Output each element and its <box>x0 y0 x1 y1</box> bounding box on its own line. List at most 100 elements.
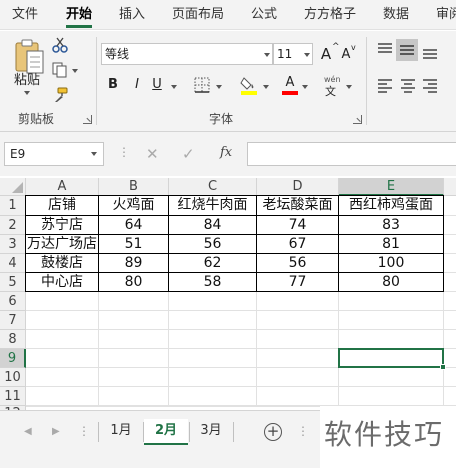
sheet-tab-jan[interactable]: 1月 <box>100 419 142 445</box>
cell-e10[interactable] <box>339 368 444 387</box>
next-sheet-icon[interactable]: ▶ <box>52 426 60 437</box>
cell-d2[interactable]: 74 <box>257 216 339 235</box>
cell-c6[interactable] <box>169 292 257 311</box>
menu-tab-data[interactable]: 数据 <box>383 6 409 26</box>
align-left-icon[interactable] <box>377 79 393 93</box>
cell-a11[interactable] <box>26 387 99 406</box>
cell-a2[interactable]: 苏宁店 <box>26 216 99 235</box>
cell-e5[interactable]: 80 <box>339 273 444 292</box>
cell-e3[interactable]: 81 <box>339 235 444 254</box>
row-header-10[interactable]: 10 <box>0 368 26 387</box>
fill-color-dropdown-icon[interactable] <box>263 85 269 89</box>
phonetic-guide-button[interactable]: wén 文 <box>322 75 341 98</box>
cell-b2[interactable]: 64 <box>99 216 169 235</box>
cell-a7[interactable] <box>26 311 99 330</box>
font-name-dropdown-icon[interactable] <box>264 53 270 57</box>
name-box-dropdown-icon[interactable] <box>91 152 97 156</box>
menu-tab-formulas[interactable]: 公式 <box>251 6 277 26</box>
cell-d10[interactable] <box>257 368 339 387</box>
font-name-select[interactable]: 等线 <box>101 43 273 65</box>
column-header-d[interactable]: D <box>257 178 339 196</box>
cell-e7[interactable] <box>339 311 444 330</box>
cell-a6[interactable] <box>26 292 99 311</box>
cell-e8[interactable] <box>339 330 444 349</box>
cell-extra[interactable] <box>444 292 456 311</box>
cell-e2[interactable]: 83 <box>339 216 444 235</box>
cell-c7[interactable] <box>169 311 257 330</box>
cell-a5[interactable]: 中心店 <box>26 273 99 292</box>
cell-b3[interactable]: 51 <box>99 235 169 254</box>
cell-b4[interactable]: 89 <box>99 254 169 273</box>
cell-c8[interactable] <box>169 330 257 349</box>
cell-extra[interactable] <box>444 254 456 273</box>
add-sheet-button[interactable]: + <box>264 423 282 441</box>
cell-extra[interactable] <box>444 216 456 235</box>
cell-b9[interactable] <box>99 349 169 368</box>
cell-c9[interactable] <box>169 349 257 368</box>
cell-b5[interactable]: 80 <box>99 273 169 292</box>
row-header-8[interactable]: 8 <box>0 330 26 349</box>
cell-c11[interactable] <box>169 387 257 406</box>
column-header-e[interactable]: E <box>339 178 444 196</box>
phonetic-dropdown-icon[interactable] <box>346 85 352 89</box>
name-box[interactable]: E9 <box>4 142 104 166</box>
cell-d3[interactable]: 67 <box>257 235 339 254</box>
cell-e11[interactable] <box>339 387 444 406</box>
formula-input[interactable] <box>247 142 456 166</box>
menu-tab-review[interactable]: 审阅 <box>436 6 456 26</box>
menu-tab-page-layout[interactable]: 页面布局 <box>172 6 224 26</box>
menu-tab-file[interactable]: 文件 <box>12 6 38 26</box>
cell-extra[interactable] <box>444 273 456 292</box>
cell-d9[interactable] <box>257 349 339 368</box>
cell-c5[interactable]: 58 <box>169 273 257 292</box>
underline-dropdown-icon[interactable] <box>171 85 177 89</box>
align-bottom-icon[interactable] <box>422 45 438 59</box>
cell-d11[interactable] <box>257 387 339 406</box>
font-size-dropdown-icon[interactable] <box>304 53 310 57</box>
cell-b10[interactable] <box>99 368 169 387</box>
cell-b8[interactable] <box>99 330 169 349</box>
copy-dropdown-icon[interactable] <box>72 69 78 73</box>
cell-extra[interactable] <box>444 196 456 216</box>
cell-e6[interactable] <box>339 292 444 311</box>
row-header-9[interactable]: 9 <box>0 349 26 368</box>
cell-extra[interactable] <box>444 330 456 349</box>
underline-button[interactable]: U <box>150 77 164 92</box>
row-header-7[interactable]: 7 <box>0 311 26 330</box>
italic-button[interactable]: I <box>130 77 144 92</box>
paste-dropdown-icon[interactable] <box>24 91 30 95</box>
row-header-4[interactable]: 4 <box>0 254 26 273</box>
cell-c2[interactable]: 84 <box>169 216 257 235</box>
cell-d8[interactable] <box>257 330 339 349</box>
borders-dropdown-icon[interactable] <box>216 85 222 89</box>
cell-a9[interactable] <box>26 349 99 368</box>
align-top-icon[interactable] <box>377 43 393 57</box>
bold-button[interactable]: B <box>106 77 120 92</box>
cell-c10[interactable] <box>169 368 257 387</box>
cancel-icon[interactable]: ✕ <box>146 145 159 163</box>
cell-b1[interactable]: 火鸡面 <box>99 196 169 216</box>
align-right-icon[interactable] <box>422 79 438 93</box>
paste-label[interactable]: 粘贴 <box>14 69 40 88</box>
cell-a8[interactable] <box>26 330 99 349</box>
fill-color-icon[interactable] <box>240 75 258 95</box>
select-all-corner[interactable] <box>0 178 26 196</box>
cell-b6[interactable] <box>99 292 169 311</box>
cell-a12[interactable] <box>26 406 99 407</box>
enter-icon[interactable]: ✓ <box>182 145 195 163</box>
column-header-a[interactable]: A <box>26 178 99 196</box>
sheet-tab-feb[interactable]: 2月 <box>144 419 188 445</box>
cell-d7[interactable] <box>257 311 339 330</box>
cell-b12[interactable] <box>99 406 169 407</box>
cell-a3[interactable]: 万达广场店 <box>26 235 99 254</box>
row-header-3[interactable]: 3 <box>0 235 26 254</box>
cell-c12[interactable] <box>169 406 257 407</box>
cut-icon[interactable] <box>52 37 68 53</box>
cell-d1[interactable]: 老坛酸菜面 <box>257 196 339 216</box>
copy-icon[interactable] <box>52 62 68 78</box>
cell-e4[interactable]: 100 <box>339 254 444 273</box>
cell-extra[interactable] <box>444 387 456 406</box>
cell-a4[interactable]: 鼓楼店 <box>26 254 99 273</box>
cell-extra[interactable] <box>444 311 456 330</box>
font-color-button[interactable]: A <box>281 75 299 95</box>
